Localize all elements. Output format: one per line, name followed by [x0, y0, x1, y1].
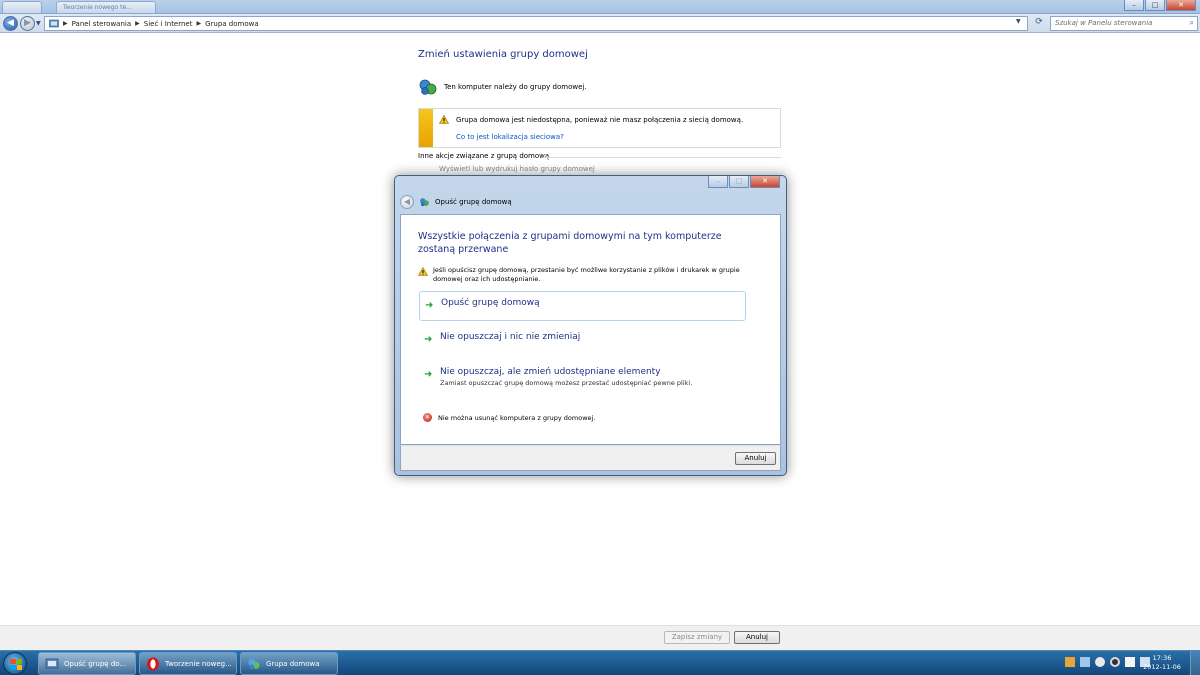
dialog-error: ✕ Nie można usunąć komputera z grupy dom…: [423, 413, 595, 422]
homegroup-icon: [248, 658, 260, 669]
breadcrumb-item-control-panel[interactable]: Panel sterowania: [72, 20, 132, 28]
change-shared-items-option[interactable]: ➜ Nie opuszczaj, ale zmień udostępniane …: [419, 361, 746, 391]
dialog-title: Opuść grupę domową: [435, 198, 512, 206]
background-tab[interactable]: Tworzenie nowego te...: [56, 1, 156, 13]
tray-app-icon[interactable]: [1065, 657, 1075, 667]
breadcrumb[interactable]: ▶ Panel sterowania ▶ Sieć i Internet ▶ G…: [44, 16, 1028, 31]
cancel-button[interactable]: Anuluj: [734, 631, 780, 644]
dialog-maximize-button[interactable]: □: [729, 176, 749, 188]
arrow-right-icon: ➜: [424, 369, 433, 380]
system-tray: [1065, 657, 1150, 667]
homegroup-status: Ten komputer należy do grupy domowej.: [418, 78, 587, 96]
tray-flag-icon[interactable]: [1125, 657, 1135, 667]
save-changes-button[interactable]: Zapisz zmiany: [664, 631, 730, 644]
maximize-button[interactable]: □: [1145, 0, 1165, 11]
warning-box: Grupa domowa jest niedostępna, ponieważ …: [418, 108, 781, 148]
dialog-cancel-button[interactable]: Anuluj: [735, 452, 776, 465]
network-location-link[interactable]: Co to jest lokalizacja sieciowa?: [456, 133, 564, 141]
homegroup-icon: [419, 79, 437, 95]
refresh-icon[interactable]: ⟳: [1032, 17, 1046, 30]
dialog-window-controls: – □ ✕: [708, 176, 780, 188]
taskbar-item-homegroup[interactable]: Grupa domowa: [240, 652, 338, 675]
dialog-question: Wszystkie połączenia z grupami domowymi …: [418, 231, 722, 255]
system-clock[interactable]: 17:36 2012-11-06: [1141, 654, 1183, 672]
search-placeholder: Szukaj w Panelu sterowania: [1055, 19, 1153, 27]
warning-stripe: [419, 109, 433, 147]
clock-time: 17:36: [1152, 654, 1172, 662]
dialog-error-text: Nie można usunąć komputera z grupy domow…: [438, 413, 596, 422]
bottom-button-bar: Zapisz zmiany Anuluj: [0, 625, 1200, 650]
option-label: Nie opuszczaj, ale zmień udostępniane el…: [440, 367, 661, 377]
arrow-right-icon: ➜: [425, 300, 434, 311]
leave-homegroup-dialog: – □ ✕ ◀ Opuść grupę domową Wszystkie poł…: [394, 175, 787, 476]
search-input[interactable]: Szukaj w Panelu sterowania ⌕: [1050, 16, 1198, 31]
breadcrumb-separator: ▶: [196, 20, 202, 27]
taskbar-item-label: Grupa domowa: [266, 659, 320, 668]
homegroup-status-text: Ten komputer należy do grupy domowej.: [444, 83, 587, 91]
error-icon: ✕: [423, 413, 432, 422]
taskbar-item-opera[interactable]: Tworzenie noweg...: [139, 652, 237, 675]
close-button[interactable]: ✕: [1166, 0, 1196, 11]
address-bar: ◀ ▶ ▼ ▶ Panel sterowania ▶ Sieć i Intern…: [0, 14, 1200, 33]
page-title: Zmień ustawienia grupy domowej: [418, 49, 588, 60]
control-panel-icon: [45, 658, 59, 668]
breadcrumb-separator: ▶: [135, 20, 140, 27]
warning-text: Grupa domowa jest niedostępna, ponieważ …: [456, 116, 744, 124]
search-icon[interactable]: ⌕: [1190, 18, 1194, 28]
other-actions-heading: Inne akcje związane z grupą domową: [418, 152, 550, 160]
dialog-body: Wszystkie połączenia z grupami domowymi …: [400, 214, 781, 445]
dialog-back-button[interactable]: ◀: [400, 195, 414, 209]
dialog-header: ◀ Opuść grupę domową: [400, 195, 512, 209]
dialog-warning-text: Jeśli opuścisz grupę domową, przestanie …: [433, 266, 740, 283]
opera-icon: [147, 657, 159, 670]
address-dropdown-icon[interactable]: ▼: [1016, 18, 1021, 25]
back-button[interactable]: ◀: [3, 16, 18, 31]
dialog-warning: Jeśli opuścisz grupę domową, przestanie …: [418, 266, 758, 284]
recent-pages-icon[interactable]: ▼: [36, 20, 41, 27]
warning-icon: [418, 267, 428, 276]
homegroup-icon: [420, 198, 429, 207]
breadcrumb-item-network[interactable]: Sieć i Internet: [144, 20, 193, 28]
start-button[interactable]: [3, 652, 27, 675]
do-not-leave-option[interactable]: ➜ Nie opuszczaj i nic nie zmieniaj: [419, 326, 746, 356]
window-titlebar: Tworzenie nowego te... – □ ✕: [0, 0, 1200, 14]
dialog-close-button[interactable]: ✕: [750, 176, 780, 188]
forward-button[interactable]: ▶: [20, 16, 35, 31]
breadcrumb-separator: ▶: [63, 20, 68, 27]
taskbar-item-leave-homegroup[interactable]: Opuść grupę do...: [38, 652, 136, 675]
option-description: Zamiast opuszczać grupę domową możesz pr…: [440, 379, 693, 387]
minimize-button[interactable]: –: [1124, 0, 1144, 11]
tray-security-icon[interactable]: [1095, 657, 1105, 667]
taskbar-item-label: Opuść grupę do...: [64, 659, 127, 668]
control-panel-icon: [49, 19, 59, 27]
tray-network-icon[interactable]: [1080, 657, 1090, 667]
dialog-minimize-button[interactable]: –: [708, 176, 728, 188]
leave-homegroup-option[interactable]: ➜ Opuść grupę domową: [419, 291, 746, 321]
windows-logo-icon: [10, 659, 22, 670]
window-controls: – □ ✕: [1124, 0, 1196, 11]
taskbar: Opuść grupę do... Tworzenie noweg... Gru…: [0, 650, 1200, 675]
tray-media-icon[interactable]: [1110, 657, 1120, 667]
show-desktop-button[interactable]: [1190, 651, 1200, 675]
background-tab-left[interactable]: [2, 1, 42, 13]
clock-date: 2012-11-06: [1143, 663, 1181, 671]
breadcrumb-item-homegroup[interactable]: Grupa domowa: [205, 20, 259, 28]
arrow-right-icon: ➜: [424, 334, 433, 345]
taskbar-item-label: Tworzenie noweg...: [165, 659, 232, 668]
section-divider: [543, 157, 781, 158]
option-label: Nie opuszczaj i nic nie zmieniaj: [440, 332, 581, 342]
dialog-footer: Anuluj: [400, 445, 781, 471]
option-label: Opuść grupę domową: [441, 298, 540, 308]
warning-icon: [439, 115, 449, 124]
view-password-link[interactable]: Wyświetl lub wydrukuj hasło grupy domowe…: [439, 165, 595, 173]
